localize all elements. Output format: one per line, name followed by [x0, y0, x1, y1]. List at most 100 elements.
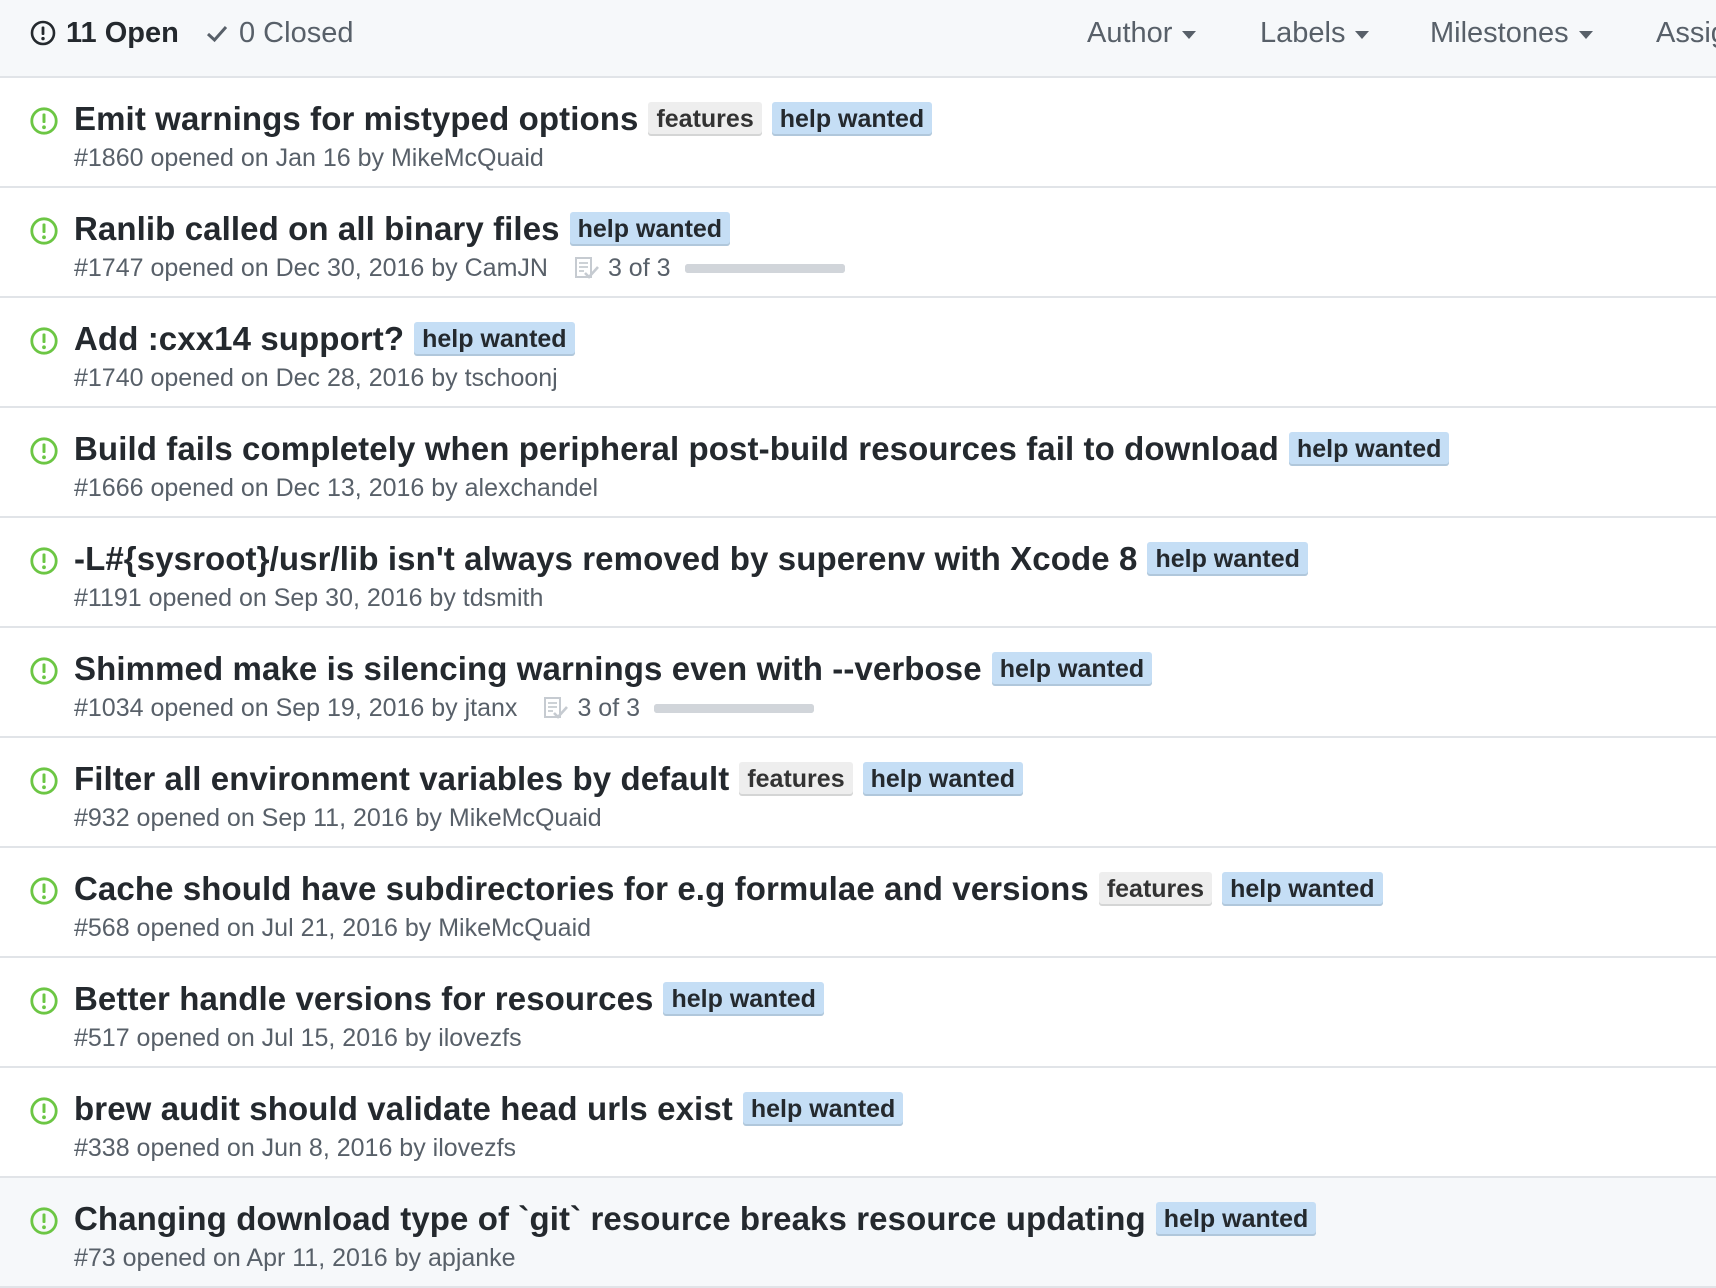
task-progress: 3 of 3: [543, 694, 814, 723]
issue-meta-text: #73 opened on Apr 11, 2016 by: [74, 1243, 429, 1272]
label-help-wanted[interactable]: help wanted: [1288, 432, 1450, 466]
issue-opened-icon: [30, 877, 58, 905]
issue-title-link[interactable]: Changing download type of `git` resource…: [74, 1200, 1146, 1238]
issue-title-line: -L#{sysroot}/usr/lib isn't always remove…: [74, 537, 1308, 581]
author-filter-dropdown[interactable]: Author: [1087, 14, 1197, 52]
issue-meta-text: #932 opened on Sep 11, 2016 by: [74, 803, 449, 832]
task-progress-bar: [684, 263, 845, 273]
triangle-down-icon: [1182, 30, 1197, 39]
issue-author-link[interactable]: jtanx: [465, 694, 518, 723]
issue-title-line: Filter all environment variables by defa…: [74, 757, 1024, 801]
issue-title-link[interactable]: Cache should have subdirectories for e.g…: [74, 870, 1089, 908]
milestones-filter-dropdown[interactable]: Milestones: [1430, 14, 1593, 52]
label-help-wanted[interactable]: help wanted: [1155, 1202, 1317, 1236]
triangle-down-icon: [1355, 30, 1370, 39]
issue-opened-icon: [30, 107, 58, 135]
issue-title-line: Ranlib called on all binary files help wa…: [74, 207, 731, 251]
issue-meta: #73 opened on Apr 11, 2016 by apjanke: [74, 1241, 516, 1275]
label-help-wanted[interactable]: help wanted: [771, 102, 933, 136]
open-count-label: 11 Open: [66, 16, 179, 49]
issue-title-link[interactable]: Emit warnings for mistyped options: [74, 100, 638, 138]
issue-title-link[interactable]: -L#{sysroot}/usr/lib isn't always remove…: [74, 540, 1137, 578]
issue-author-link[interactable]: MikeMcQuaid: [449, 804, 602, 833]
issue-row[interactable]: Changing download type of `git` resource…: [0, 1178, 1716, 1288]
issue-author-link[interactable]: ilovezfs: [433, 1134, 516, 1163]
issue-row[interactable]: Build fails completely when peripheral p…: [0, 408, 1716, 518]
issue-title-link[interactable]: Ranlib called on all binary files: [74, 210, 560, 248]
issue-meta-text: #1747 opened on Dec 30, 2016 by: [74, 253, 465, 282]
issue-author-link[interactable]: MikeMcQuaid: [391, 144, 544, 173]
label-features[interactable]: features: [1098, 872, 1213, 906]
issue-title-link[interactable]: Build fails completely when peripheral p…: [74, 430, 1279, 468]
issue-author-link[interactable]: ilovezfs: [438, 1024, 521, 1053]
issue-opened-icon: [30, 1207, 58, 1235]
label-help-wanted[interactable]: help wanted: [862, 762, 1024, 796]
issue-author-link[interactable]: tschoonj: [465, 364, 558, 393]
issue-title-line: Better handle versions for resources help…: [74, 977, 824, 1021]
issue-title-line: Emit warnings for mistyped options featur…: [74, 97, 933, 141]
closed-issues-filter[interactable]: 0 Closed: [205, 14, 353, 52]
milestones-filter-label: Milestones: [1430, 16, 1569, 49]
label-help-wanted[interactable]: help wanted: [742, 1092, 904, 1126]
issue-opened-icon: [30, 1097, 58, 1125]
issue-meta-text: #338 opened on Jun 8, 2016 by: [74, 1133, 433, 1162]
issue-title-line: brew audit should validate head urls exi…: [74, 1087, 904, 1131]
label-features[interactable]: features: [739, 762, 853, 796]
assignee-filter-dropdown[interactable]: Assignee: [1656, 14, 1716, 52]
issue-title-link[interactable]: Add :cxx14 support?: [74, 320, 404, 358]
task-count: 3 of 3: [607, 253, 671, 282]
issue-row[interactable]: Better handle versions for resources help…: [0, 958, 1716, 1068]
task-progress-bar: [654, 703, 814, 713]
issue-row[interactable]: Emit warnings for mistyped options featur…: [0, 78, 1716, 188]
issue-author-link[interactable]: tdsmith: [463, 584, 544, 613]
issue-meta: #1191 opened on Sep 30, 2016 by tdsmith: [74, 581, 543, 615]
issue-row[interactable]: Shimmed make is silencing warnings even …: [0, 628, 1716, 738]
issue-title-link[interactable]: Shimmed make is silencing warnings even …: [74, 650, 982, 688]
issue-meta-text: #568 opened on Jul 21, 2016 by: [74, 913, 439, 942]
issue-meta: #1860 opened on Jan 16 by MikeMcQuaid: [74, 141, 544, 175]
task-progress-fill: [654, 703, 814, 713]
checklist-icon: [574, 257, 599, 279]
issue-meta-text: #1740 opened on Dec 28, 2016 by: [74, 363, 465, 392]
issue-opened-icon: [30, 20, 56, 46]
issue-title-link[interactable]: Better handle versions for resources: [74, 980, 653, 1018]
issue-opened-icon: [30, 987, 58, 1015]
issue-meta: #932 opened on Sep 11, 2016 by MikeMcQua…: [74, 801, 602, 835]
issue-title-line: Add :cxx14 support? help wanted: [74, 317, 575, 361]
issue-row[interactable]: Filter all environment variables by defa…: [0, 738, 1716, 848]
issue-author-link[interactable]: apjanke: [428, 1244, 516, 1273]
open-issues-filter[interactable]: 11 Open: [30, 14, 179, 52]
labels-filter-label: Labels: [1260, 16, 1346, 49]
issue-row[interactable]: Add :cxx14 support? help wanted #1740 open…: [0, 298, 1716, 408]
label-help-wanted[interactable]: help wanted: [414, 322, 575, 356]
label-help-wanted[interactable]: help wanted: [569, 212, 731, 246]
assignee-filter-label: Assignee: [1656, 16, 1716, 49]
issue-opened-icon: [30, 547, 58, 575]
issue-meta: #1666 opened on Dec 13, 2016 by alexchan…: [74, 471, 598, 505]
labels-filter-dropdown[interactable]: Labels: [1260, 14, 1370, 52]
triangle-down-icon: [1578, 30, 1593, 39]
issue-opened-icon: [30, 437, 58, 465]
issue-row[interactable]: Ranlib called on all binary files help wa…: [0, 188, 1716, 298]
closed-count-label: 0 Closed: [239, 16, 354, 49]
issue-title-line: Cache should have subdirectories for e.g…: [74, 867, 1383, 911]
issue-author-link[interactable]: alexchandel: [465, 474, 598, 503]
label-help-wanted[interactable]: help wanted: [1147, 542, 1308, 576]
issue-meta-text: #1860 opened on Jan 16 by: [74, 143, 391, 172]
issue-row[interactable]: Cache should have subdirectories for e.g…: [0, 848, 1716, 958]
issue-author-link[interactable]: MikeMcQuaid: [438, 914, 591, 943]
issue-meta-text: #517 opened on Jul 15, 2016 by: [74, 1023, 439, 1052]
author-filter-label: Author: [1087, 16, 1173, 49]
label-help-wanted[interactable]: help wanted: [663, 982, 824, 1016]
checklist-icon: [544, 697, 569, 719]
issue-title-link[interactable]: brew audit should validate head urls exi…: [74, 1090, 733, 1128]
issue-title-link[interactable]: Filter all environment variables by defa…: [74, 760, 729, 798]
issue-meta: #517 opened on Jul 15, 2016 by ilovezfs: [74, 1021, 522, 1055]
issue-row[interactable]: -L#{sysroot}/usr/lib isn't always remove…: [0, 518, 1716, 628]
label-help-wanted[interactable]: help wanted: [991, 652, 1153, 686]
label-help-wanted[interactable]: help wanted: [1222, 872, 1383, 906]
issue-opened-icon: [30, 217, 58, 245]
label-features[interactable]: features: [648, 102, 762, 136]
issue-author-link[interactable]: CamJN: [465, 254, 548, 283]
issue-row[interactable]: brew audit should validate head urls exi…: [0, 1068, 1716, 1178]
